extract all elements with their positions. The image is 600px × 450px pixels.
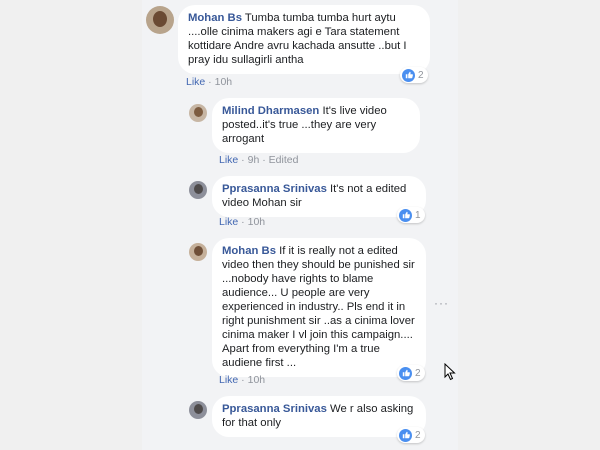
like-reaction-icon bbox=[399, 208, 412, 222]
comment-text: If it is really not a edited video then … bbox=[222, 245, 415, 369]
comment-author[interactable]: Milind Dharmasen bbox=[222, 105, 319, 117]
comment-author[interactable]: Mohan Bs bbox=[188, 12, 242, 24]
reaction-count-value: 2 bbox=[418, 69, 424, 81]
right-margin bbox=[458, 0, 600, 450]
edited-label[interactable]: Edited bbox=[269, 154, 299, 166]
like-reaction-icon bbox=[402, 68, 415, 82]
comment-meta: Like · 9h · Edited bbox=[219, 154, 299, 166]
comment-thread: Mohan Bs Tumba tumba tumba hurt aytu ...… bbox=[142, 0, 458, 450]
like-link[interactable]: Like bbox=[186, 76, 205, 88]
like-link[interactable]: Like bbox=[219, 374, 238, 386]
avatar[interactable] bbox=[189, 243, 207, 261]
comment-author[interactable]: Pprasanna Srinivas bbox=[222, 403, 327, 415]
comment-meta: Like · 10h bbox=[219, 374, 266, 386]
reaction-count[interactable]: 1 bbox=[397, 207, 425, 223]
comment-bubble: Mohan Bs If it is really not a edited vi… bbox=[212, 238, 426, 377]
comment-author[interactable]: Pprasanna Srinivas bbox=[222, 183, 327, 195]
comment-meta: Like · 10h bbox=[186, 76, 233, 88]
comment-author[interactable]: Mohan Bs bbox=[222, 245, 276, 257]
like-link[interactable]: Like bbox=[219, 154, 238, 166]
reaction-count-value: 2 bbox=[415, 429, 421, 441]
left-margin bbox=[0, 0, 142, 450]
like-reaction-icon bbox=[399, 366, 412, 380]
comment-meta: Like · 10h bbox=[219, 216, 266, 228]
avatar[interactable] bbox=[189, 401, 207, 419]
comment-bubble: Mohan Bs Tumba tumba tumba hurt aytu ...… bbox=[178, 5, 430, 74]
reaction-count-value: 1 bbox=[415, 209, 421, 221]
comment-bubble: Pprasanna Srinivas It's not a edited vid… bbox=[212, 176, 426, 217]
timestamp[interactable]: 9h bbox=[248, 154, 260, 166]
comment-bubble: Pprasanna Srinivas We r also asking for … bbox=[212, 396, 426, 437]
mouse-pointer-icon bbox=[444, 362, 456, 386]
timestamp[interactable]: 10h bbox=[248, 216, 266, 228]
reaction-count[interactable]: 2 bbox=[400, 67, 428, 83]
like-reaction-icon bbox=[399, 428, 412, 442]
avatar[interactable] bbox=[189, 104, 207, 122]
avatar[interactable] bbox=[189, 181, 207, 199]
timestamp[interactable]: 10h bbox=[248, 374, 266, 386]
comment-bubble: Milind Dharmasen It's live video posted.… bbox=[212, 98, 420, 153]
reaction-count-value: 2 bbox=[415, 367, 421, 379]
reaction-count[interactable]: 2 bbox=[397, 427, 425, 443]
like-link[interactable]: Like bbox=[219, 216, 238, 228]
timestamp[interactable]: 10h bbox=[215, 76, 233, 88]
reaction-count[interactable]: 2 bbox=[397, 365, 425, 381]
more-options-icon[interactable]: ··· bbox=[434, 296, 449, 310]
avatar[interactable] bbox=[146, 6, 174, 34]
